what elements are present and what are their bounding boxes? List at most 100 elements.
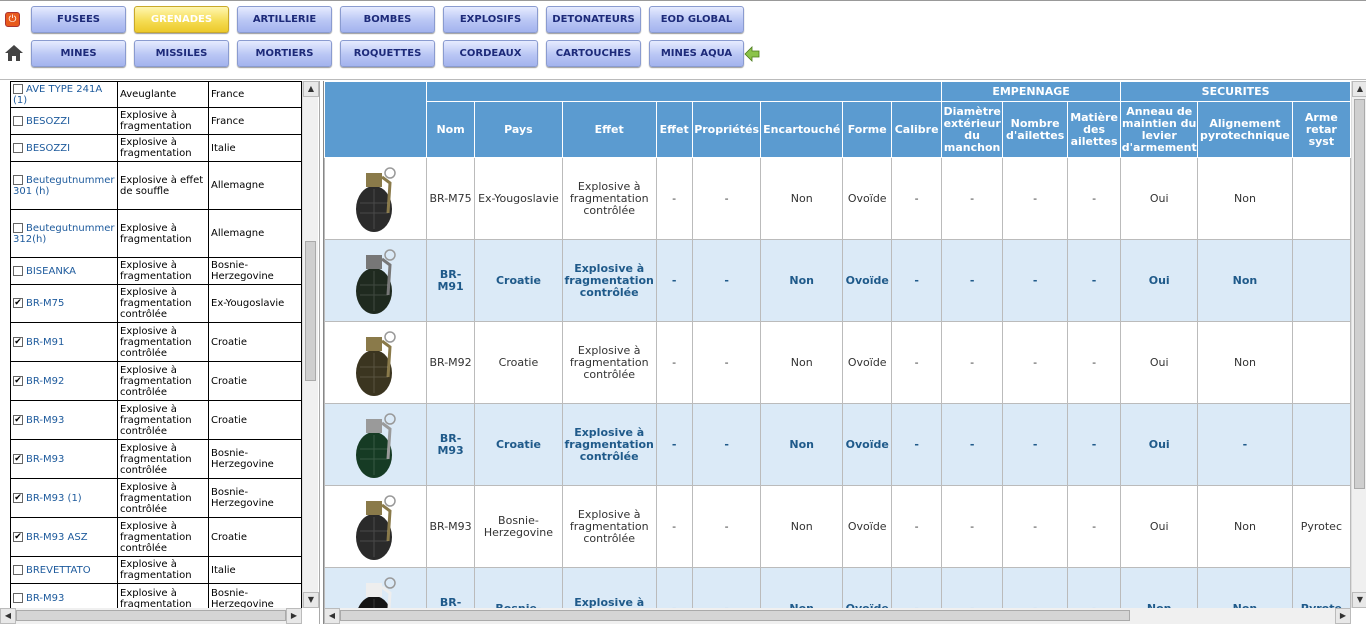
list-item[interactable]: ✔ BR-M93 Explosive à fragmentation contrôl… <box>10 400 302 440</box>
nav-button-mortiers[interactable]: MORTIERS <box>237 40 332 67</box>
list-item[interactable]: ✔ BR-M92 Explosive à fragmentation contrôl… <box>10 361 302 401</box>
list-item-name[interactable]: BR-M93 (1) <box>26 493 82 504</box>
nav-button-detonateurs[interactable]: DETONATEURS <box>546 6 641 33</box>
nav-button-missiles[interactable]: MISSILES <box>134 40 229 67</box>
list-item-name[interactable]: BR-M93 <box>26 593 64 604</box>
list-item-name[interactable]: BR-M92 <box>26 376 64 387</box>
nav-button-explosifs[interactable]: EXPLOSIFS <box>443 6 538 33</box>
column-header[interactable]: Matière des ailettes <box>1066 101 1122 158</box>
nav-button-mines-aqua[interactable]: MINES AQUA <box>649 40 744 67</box>
table-row[interactable]: BR-M93 Croatie Explosive à fragmentation c… <box>324 403 1351 486</box>
nav-button-fusees[interactable]: FUSEES <box>31 6 126 33</box>
select-checkbox[interactable]: ✔ <box>13 414 23 425</box>
scroll-thumb[interactable] <box>16 610 286 621</box>
list-item[interactable]: ✔ BR-M75 Explosive à fragmentation contrôl… <box>10 284 302 323</box>
scroll-left-button[interactable]: ◀ <box>0 608 16 624</box>
column-header[interactable]: Diamètre extérieur du manchon <box>940 101 1004 158</box>
scroll-thumb[interactable] <box>340 610 1130 621</box>
list-item-name[interactable]: Beutegutnummer 301 (h) <box>13 175 114 197</box>
home-icon[interactable] <box>4 43 24 63</box>
list-item-name-cell[interactable]: Beutegutnummer 301 (h) <box>10 161 118 210</box>
list-item-name-cell[interactable]: BISEANKA <box>10 257 118 285</box>
column-header[interactable]: Arme retar syst <box>1291 101 1351 158</box>
list-item-name-cell[interactable]: Beutegutnummer 312(h) <box>10 209 118 258</box>
right-horizontal-scrollbar[interactable]: ◀ ▶ <box>324 608 1351 624</box>
nav-button-artillerie[interactable]: ARTILLERIE <box>237 6 332 33</box>
scroll-up-button[interactable]: ▲ <box>1352 81 1366 97</box>
list-item-name[interactable]: BR-M93 <box>26 415 64 426</box>
column-header[interactable]: Propriétés <box>691 101 762 158</box>
scroll-right-button[interactable]: ▶ <box>1335 608 1351 624</box>
left-vertical-scrollbar[interactable]: ▲ ▼ <box>302 81 319 608</box>
select-checkbox[interactable]: ✔ <box>13 298 23 308</box>
list-item-name[interactable]: BR-M91 <box>26 337 64 348</box>
list-item-name[interactable]: BESOZZI <box>26 143 70 154</box>
list-item-name-cell[interactable]: ✔ BR-M93 <box>10 439 118 479</box>
table-row[interactable]: BR-M91 Croatie Explosive à fragmentation c… <box>324 239 1351 322</box>
back-arrow-icon[interactable] <box>744 46 760 62</box>
list-item-name-cell[interactable]: BESOZZI <box>10 107 118 135</box>
list-item-name[interactable]: Beutegutnummer 312(h) <box>13 223 114 245</box>
power-icon[interactable]: ⏻ <box>5 12 20 27</box>
list-item[interactable]: BREVETTATO Explosive à fragmentation Itali… <box>10 556 302 584</box>
scroll-thumb[interactable] <box>1354 99 1365 489</box>
list-item-name-cell[interactable]: ✔ BR-M93 ASZ <box>10 517 118 557</box>
nav-button-bombes[interactable]: BOMBES <box>340 6 435 33</box>
list-item[interactable]: ✔ BR-M91 Explosive à fragmentation contrôl… <box>10 322 302 362</box>
select-checkbox[interactable] <box>13 174 23 185</box>
list-item-name-cell[interactable]: ✔ BR-M75 <box>10 284 118 323</box>
nav-button-eod-global[interactable]: EOD GLOBAL <box>649 6 744 33</box>
column-header[interactable]: Forme <box>842 101 893 158</box>
grenade-image-cell[interactable] <box>324 403 428 486</box>
select-checkbox[interactable] <box>13 564 23 575</box>
list-item-name-cell[interactable]: ✔ BR-M92 <box>10 361 118 401</box>
table-row[interactable]: BR-M75 Ex-Yougoslavie Explosive à fragment… <box>324 157 1351 240</box>
list-item-name-cell[interactable]: BREVETTATO <box>10 556 118 584</box>
list-item-name[interactable]: BESOZZI <box>26 116 70 127</box>
list-item[interactable]: BISEANKA Explosive à fragmentation Bosnie-… <box>10 257 302 285</box>
scroll-down-button[interactable]: ▼ <box>1352 592 1366 608</box>
left-horizontal-scrollbar[interactable]: ◀ ▶ <box>0 608 302 624</box>
list-item[interactable]: ✔ BR-M93 Explosive à fragmentation contrôl… <box>10 439 302 479</box>
list-item[interactable]: ✔ BR-M93 (1) Explosive à fragmentation con… <box>10 478 302 518</box>
nav-button-roquettes[interactable]: ROQUETTES <box>340 40 435 67</box>
column-header[interactable]: Effet <box>561 101 657 158</box>
list-item-name[interactable]: BR-M93 <box>26 454 64 465</box>
list-item-name-cell[interactable]: ✔ BR-M93 (1) <box>10 478 118 518</box>
column-header[interactable]: Pays <box>473 101 563 158</box>
list-item-name-cell[interactable]: BR-M93 <box>10 583 118 608</box>
column-header[interactable]: Effet <box>655 101 693 158</box>
column-header[interactable]: Nombre d'ailettes <box>1002 101 1068 158</box>
select-checkbox[interactable] <box>13 222 23 233</box>
select-checkbox[interactable]: ✔ <box>13 453 23 464</box>
column-header[interactable]: Anneau de maintien du levier d'armement <box>1120 101 1199 158</box>
nav-button-cordeaux[interactable]: CORDEAUX <box>443 40 538 67</box>
list-item-name-cell[interactable]: ✔ BR-M91 <box>10 322 118 362</box>
list-item[interactable]: BR-M93 Explosive à fragmentation Bosnie-He… <box>10 583 302 608</box>
nav-button-cartouches[interactable]: CARTOUCHES <box>546 40 641 67</box>
nav-button-grenades[interactable]: GRENADES <box>134 6 229 33</box>
column-header[interactable]: Encartouché <box>760 101 844 158</box>
list-item-name[interactable]: AVE TYPE 241A (1) <box>13 84 102 106</box>
scroll-right-button[interactable]: ▶ <box>286 608 302 624</box>
list-item-name-cell[interactable]: ✔ BR-M93 <box>10 400 118 440</box>
select-checkbox[interactable] <box>13 265 23 276</box>
select-checkbox[interactable]: ✔ <box>13 492 23 503</box>
right-vertical-scrollbar[interactable]: ▲ ▼ <box>1351 81 1366 608</box>
list-item-name-cell[interactable]: AVE TYPE 241A (1) <box>10 81 118 108</box>
nav-button-mines[interactable]: MINES <box>31 40 126 67</box>
select-checkbox[interactable]: ✔ <box>13 375 23 386</box>
table-row[interactable]: BR-M93 Bosnie-Herzegovine Explosive à frag… <box>324 485 1351 568</box>
select-checkbox[interactable]: ✔ <box>13 336 23 347</box>
list-item-name[interactable]: BREVETTATO <box>26 565 91 576</box>
table-row[interactable]: BR-M92 Croatie Explosive à fragmentation c… <box>324 321 1351 404</box>
column-header[interactable]: Calibre <box>891 101 942 158</box>
list-item-name-cell[interactable]: BESOZZI <box>10 134 118 162</box>
select-checkbox[interactable] <box>13 83 23 94</box>
scroll-thumb[interactable] <box>305 241 316 381</box>
grenade-image-cell[interactable] <box>324 485 428 568</box>
scroll-up-button[interactable]: ▲ <box>303 81 319 97</box>
scroll-down-button[interactable]: ▼ <box>303 592 319 608</box>
select-checkbox[interactable] <box>13 593 23 603</box>
list-item-name[interactable]: BR-M75 <box>26 298 64 309</box>
